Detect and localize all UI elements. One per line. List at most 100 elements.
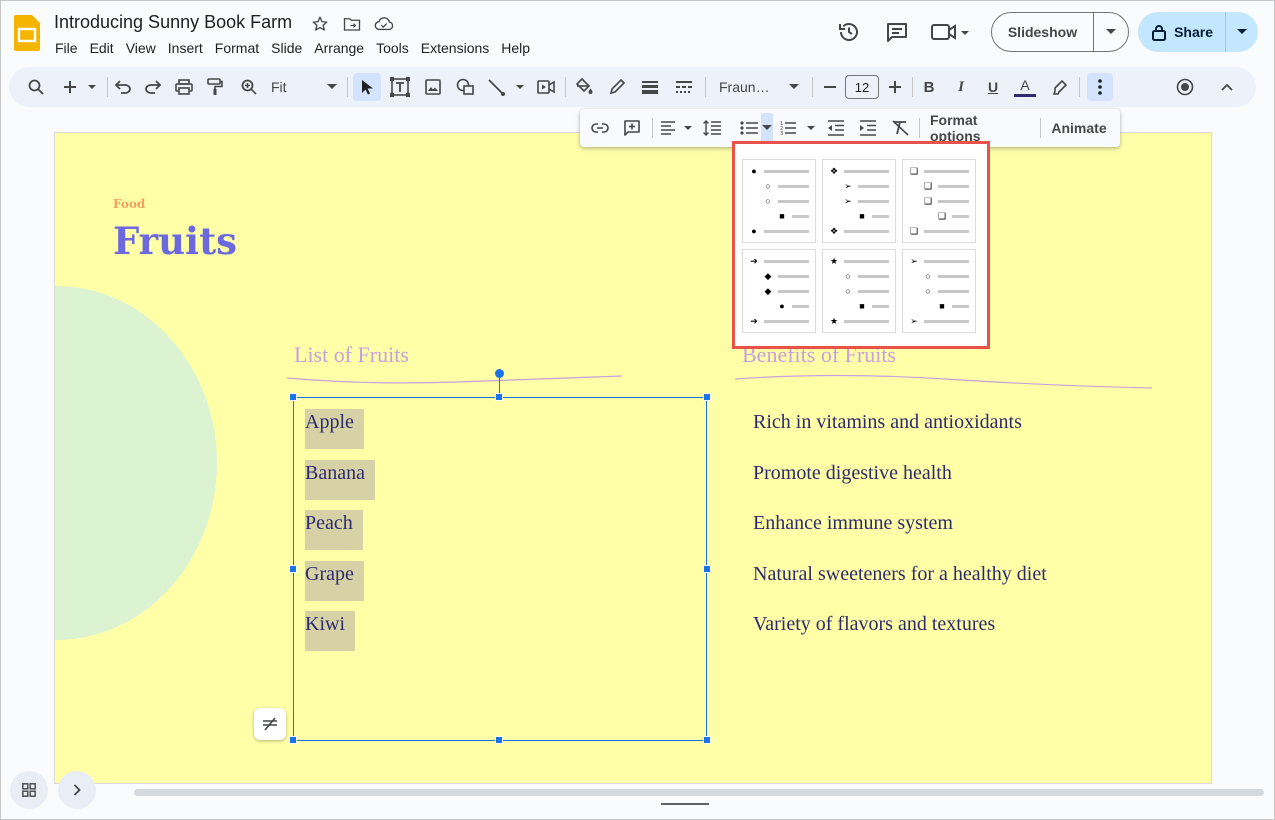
- version-history-icon[interactable]: [831, 12, 867, 52]
- menu-help[interactable]: Help: [495, 39, 536, 57]
- bullet-style-option-diamond-x-arrow[interactable]: ❖ ➢ ➢ ■ ❖: [822, 159, 896, 243]
- insert-link-icon[interactable]: [588, 115, 612, 141]
- menu-view[interactable]: View: [120, 39, 162, 57]
- rotate-handle[interactable]: [495, 369, 504, 378]
- bold-icon[interactable]: B: [917, 73, 941, 101]
- animate-button[interactable]: Animate: [1050, 115, 1108, 141]
- bullet-style-option-arrow-diamond[interactable]: ➔ ◆ ◆ ● ➔: [742, 249, 816, 333]
- star-icon[interactable]: [309, 13, 331, 35]
- underline-icon[interactable]: U: [981, 73, 1005, 101]
- redo-icon[interactable]: [141, 73, 165, 101]
- line-spacing-icon[interactable]: [700, 115, 724, 141]
- text-box-options-icon[interactable]: [254, 708, 286, 740]
- slideshow-button[interactable]: Slideshow: [992, 13, 1095, 51]
- benefit-item[interactable]: Natural sweeteners for a healthy diet: [753, 561, 1047, 612]
- select-cursor-icon[interactable]: [353, 73, 381, 101]
- menu-insert[interactable]: Insert: [162, 39, 209, 57]
- bullet-glyph: ➢: [910, 316, 918, 326]
- share-options-chevron-icon[interactable]: [1226, 12, 1258, 52]
- benefits-list[interactable]: Rich in vitamins and antioxidants Promot…: [753, 409, 1047, 662]
- decrease-indent-icon[interactable]: [824, 115, 848, 141]
- insert-image-icon[interactable]: [420, 73, 446, 101]
- menu-format[interactable]: Format: [209, 39, 265, 57]
- horizontal-scrollbar[interactable]: [134, 789, 1264, 796]
- font-size-input[interactable]: 12: [844, 73, 880, 101]
- bullet-glyph: ★: [829, 316, 839, 326]
- collapse-toolbar-chevron-icon[interactable]: [1213, 73, 1241, 101]
- paint-format-icon[interactable]: [203, 73, 227, 101]
- menu-tools[interactable]: Tools: [370, 39, 415, 57]
- share-button[interactable]: Share: [1138, 12, 1226, 52]
- bullet-glyph: ➔: [750, 316, 758, 326]
- increase-font-size-icon[interactable]: [884, 73, 906, 101]
- slide-kicker[interactable]: Food: [113, 197, 145, 211]
- insert-video-icon[interactable]: [533, 73, 559, 101]
- italic-icon[interactable]: I: [949, 73, 973, 101]
- bullet-preview-row: ➢: [909, 316, 969, 326]
- print-icon[interactable]: [172, 73, 196, 101]
- resize-handle-right[interactable]: [703, 565, 711, 573]
- benefit-item[interactable]: Promote digestive health: [753, 460, 1047, 511]
- text-color-icon[interactable]: A: [1013, 73, 1037, 101]
- selected-text-box[interactable]: [293, 397, 707, 741]
- undo-icon[interactable]: [111, 73, 135, 101]
- zoom-icon[interactable]: [237, 73, 261, 101]
- cloud-saved-icon[interactable]: [373, 13, 395, 35]
- bulleted-list-icon[interactable]: [736, 115, 762, 141]
- meet-camera-icon[interactable]: [927, 12, 973, 52]
- border-color-pencil-icon[interactable]: [604, 73, 630, 101]
- speaker-notes-drag-handle[interactable]: [661, 803, 709, 805]
- google-slides-logo[interactable]: [14, 15, 40, 51]
- resize-handle-top-right[interactable]: [703, 393, 711, 401]
- bullet-style-option-star-circle-square[interactable]: ★ ○ ○ ■ ★: [822, 249, 896, 333]
- expand-filmstrip-chevron-icon[interactable]: [58, 771, 96, 809]
- comments-icon[interactable]: [879, 12, 915, 52]
- highlight-color-icon[interactable]: [1047, 73, 1071, 101]
- menu-slide[interactable]: Slide: [265, 39, 308, 57]
- resize-handle-bottom-right[interactable]: [703, 736, 711, 744]
- menu-extensions[interactable]: Extensions: [415, 39, 495, 57]
- left-heading[interactable]: List of Fruits: [294, 342, 409, 368]
- resize-handle-top[interactable]: [495, 393, 503, 401]
- numbered-list-icon[interactable]: 123: [778, 115, 818, 141]
- align-left-icon[interactable]: [658, 115, 694, 141]
- more-options-icon[interactable]: [1087, 73, 1113, 101]
- border-dash-icon[interactable]: [671, 73, 697, 101]
- menu-edit[interactable]: Edit: [84, 39, 120, 57]
- text-box-icon[interactable]: [387, 73, 413, 101]
- benefit-item[interactable]: Enhance immune system: [753, 510, 1047, 561]
- bullet-preview-line: [844, 169, 889, 173]
- resize-handle-left[interactable]: [289, 565, 297, 573]
- slide-title[interactable]: Fruits: [113, 219, 237, 263]
- shape-icon[interactable]: [453, 73, 479, 101]
- decrease-font-size-icon[interactable]: [819, 73, 841, 101]
- resize-handle-bottom-left[interactable]: [289, 736, 297, 744]
- grid-view-icon[interactable]: [10, 771, 48, 809]
- resize-handle-bottom[interactable]: [495, 736, 503, 744]
- border-weight-icon[interactable]: [637, 73, 663, 101]
- search-menus-icon[interactable]: [23, 73, 49, 101]
- clear-formatting-icon[interactable]: [888, 115, 912, 141]
- slideshow-options-chevron-icon[interactable]: [1094, 13, 1128, 51]
- resize-handle-top-left[interactable]: [289, 393, 297, 401]
- benefit-item[interactable]: Variety of flavors and textures: [753, 611, 1047, 662]
- menu-file[interactable]: File: [55, 39, 84, 57]
- menu-arrange[interactable]: Arrange: [308, 39, 370, 57]
- font-family-select[interactable]: Fraun…: [713, 73, 805, 101]
- line-tool-icon[interactable]: [485, 73, 527, 101]
- bullet-style-option-arrowhead-circle-square[interactable]: ➢ ○ ○ ■ ➢: [902, 249, 976, 333]
- increase-indent-icon[interactable]: [856, 115, 880, 141]
- new-slide-plus-icon[interactable]: [59, 73, 99, 101]
- move-folder-icon[interactable]: [341, 13, 363, 35]
- document-title[interactable]: Introducing Sunny Book Farm: [54, 12, 292, 33]
- bullet-style-option-disc-circle-square[interactable]: ● ○ ○ ■ ●: [742, 159, 816, 243]
- benefit-item[interactable]: Rich in vitamins and antioxidants: [753, 409, 1047, 460]
- format-options-button[interactable]: Format options: [930, 112, 1028, 144]
- zoom-select[interactable]: Fit: [267, 73, 341, 101]
- bullet-style-option-3d-square[interactable]: ❑ ❑ ❑ ❑ ❑: [902, 159, 976, 243]
- add-comment-icon[interactable]: [620, 115, 644, 141]
- bullet-preview-row: ■: [937, 301, 969, 311]
- bullet-style-dropdown-chevron-icon[interactable]: [761, 113, 773, 143]
- fill-color-icon[interactable]: [571, 73, 597, 101]
- record-icon[interactable]: [1171, 73, 1199, 101]
